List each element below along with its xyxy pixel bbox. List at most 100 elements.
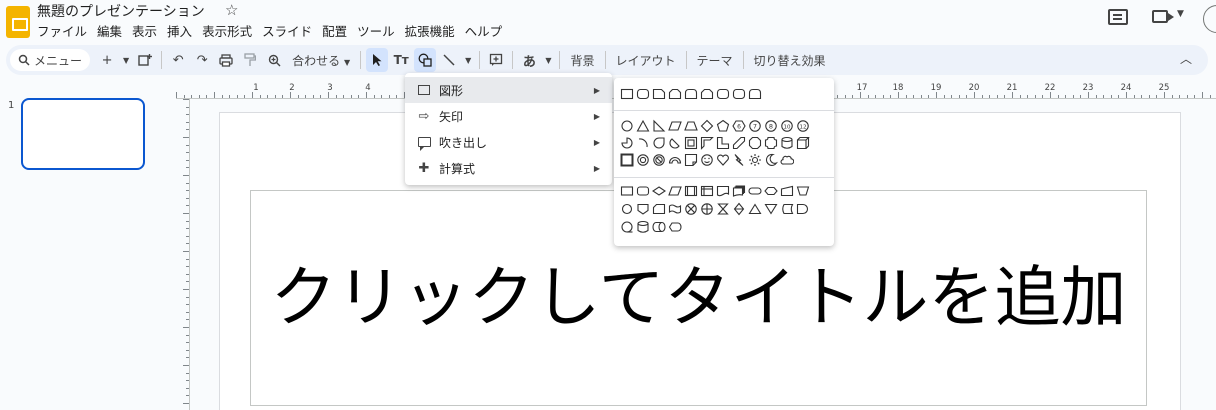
shape-option-bolt-icon[interactable]	[732, 153, 746, 167]
shape-option-fc-sort-icon[interactable]	[732, 202, 746, 216]
document-title[interactable]: 無題のプレゼンテーション	[37, 1, 205, 21]
shape-option-fc-delay-icon[interactable]	[796, 202, 810, 216]
menu-item-callouts[interactable]: 吹き出し ▶	[405, 129, 612, 155]
meet-video-icon[interactable]	[1152, 10, 1174, 23]
shape-option-blockarc-icon[interactable]	[668, 153, 682, 167]
shape-option-fc-term-icon[interactable]	[748, 184, 762, 198]
shape-option-fc-prep-icon[interactable]	[764, 184, 778, 198]
shape-option-pent-icon[interactable]	[716, 119, 730, 133]
shape-option-roundtop-icon[interactable]	[748, 87, 762, 101]
shape-option-fc-off-icon[interactable]	[636, 202, 650, 216]
theme-button[interactable]: テーマ	[691, 52, 739, 69]
shape-option-fc-conn-icon[interactable]	[620, 202, 634, 216]
vertical-ruler[interactable]	[176, 99, 190, 410]
shape-option-fc-tape-icon[interactable]	[668, 202, 682, 216]
shape-option-fc-int-icon[interactable]	[700, 184, 714, 198]
shape-option-cube-icon[interactable]	[796, 136, 810, 150]
input-method-button[interactable]: あ	[518, 48, 540, 72]
shape-option-tear-icon[interactable]	[652, 136, 666, 150]
shape-option-sun-icon[interactable]	[748, 153, 762, 167]
new-slide-dropdown-icon[interactable]: ▼	[120, 48, 132, 72]
paint-format-icon[interactable]	[239, 48, 261, 72]
menu-search[interactable]: メニュー	[10, 49, 91, 71]
shape-option-snip-icon[interactable]	[652, 87, 666, 101]
text-box-icon[interactable]: Tт	[390, 48, 412, 72]
shape-option-dod12-icon[interactable]: 12	[796, 119, 810, 133]
shape-option-tri-icon[interactable]	[636, 119, 650, 133]
shape-option-fc-doc-icon[interactable]	[716, 184, 730, 198]
shape-option-diag-icon[interactable]	[732, 136, 746, 150]
share-button[interactable]	[1203, 5, 1216, 33]
star-icon[interactable]: ☆	[225, 1, 238, 19]
shape-option-round-icon[interactable]	[716, 87, 730, 101]
shape-option-fc-sum-icon[interactable]	[684, 202, 698, 216]
shape-option-fc-dec-icon[interactable]	[652, 184, 666, 198]
chevron-up-icon[interactable]: ︿	[1180, 50, 1192, 67]
menu-item-shapes[interactable]: 図形 ▶	[405, 77, 612, 103]
transition-button[interactable]: 切り替え効果	[748, 52, 832, 69]
shape-option-can-icon[interactable]	[780, 136, 794, 150]
shape-option-fc-or-icon[interactable]	[700, 202, 714, 216]
menu-insert[interactable]: 挿入	[167, 21, 192, 40]
shape-option-cloud-icon[interactable]	[780, 153, 794, 167]
menu-slide[interactable]: スライド	[262, 21, 312, 40]
shape-option-fc-card-icon[interactable]	[652, 202, 666, 216]
shape-option-fc-drum-icon[interactable]	[652, 220, 666, 234]
shape-option-bevel-icon[interactable]	[620, 153, 634, 167]
chevron-down-icon[interactable]: ▼	[462, 48, 474, 72]
new-slide-button[interactable]: +	[96, 48, 118, 72]
select-tool-icon[interactable]	[366, 48, 389, 72]
shape-option-fc-man-icon[interactable]	[780, 184, 794, 198]
chevron-down-icon[interactable]: ▼	[542, 48, 554, 72]
menu-help[interactable]: ヘルプ	[465, 21, 503, 40]
shape-option-round-icon[interactable]	[732, 87, 746, 101]
shape-option-arc-icon[interactable]	[636, 136, 650, 150]
layout-button[interactable]: レイアウト	[610, 52, 682, 69]
slides-logo-icon[interactable]	[6, 6, 30, 38]
shape-option-fold-icon[interactable]	[684, 153, 698, 167]
shape-option-circle-icon[interactable]	[620, 119, 634, 133]
menu-view[interactable]: 表示	[132, 21, 157, 40]
shape-option-roundtop-icon[interactable]	[684, 87, 698, 101]
shape-option-rect-icon[interactable]	[620, 87, 634, 101]
shape-option-fc-multi-icon[interactable]	[732, 184, 746, 198]
shape-option-snip2-icon[interactable]	[700, 87, 714, 101]
shape-option-fc-stored-icon[interactable]	[780, 202, 794, 216]
shape-option-fc-data-icon[interactable]	[668, 184, 682, 198]
new-slide-layout-icon[interactable]	[134, 48, 156, 72]
shape-option-lshape-icon[interactable]	[716, 136, 730, 150]
shape-option-octa-icon[interactable]	[748, 136, 762, 150]
menu-arrange[interactable]: 配置	[322, 21, 347, 40]
shape-option-fc-alt-icon[interactable]	[636, 184, 650, 198]
menu-item-arrows[interactable]: ⇨ 矢印 ▶	[405, 103, 612, 129]
shape-option-fc-mag-icon[interactable]	[636, 220, 650, 234]
menu-tools[interactable]: ツール	[357, 21, 395, 40]
shape-option-para-icon[interactable]	[668, 119, 682, 133]
slide-thumbnail[interactable]	[21, 98, 145, 170]
menu-extensions[interactable]: 拡張機能	[405, 21, 455, 40]
line-tool-icon[interactable]	[438, 48, 460, 72]
shape-option-moon-icon[interactable]	[764, 153, 778, 167]
shape-option-trap-icon[interactable]	[684, 119, 698, 133]
redo-icon[interactable]: ↷	[191, 48, 213, 72]
shape-option-fc-proc-icon[interactable]	[620, 184, 634, 198]
chevron-down-icon[interactable]: ▼	[1177, 9, 1184, 31]
shape-tool-icon[interactable]	[414, 48, 437, 72]
shape-option-halfframe-icon[interactable]	[700, 136, 714, 150]
shape-option-fc-pre-icon[interactable]	[684, 184, 698, 198]
zoom-fit-dropdown[interactable]: 合わせる ▼	[286, 52, 356, 69]
print-icon[interactable]	[215, 48, 237, 72]
shape-option-fc-coll-icon[interactable]	[716, 202, 730, 216]
shape-option-heart-icon[interactable]	[716, 153, 730, 167]
shape-option-diamond-icon[interactable]	[700, 119, 714, 133]
shape-option-fc-disp-icon[interactable]	[668, 220, 682, 234]
shape-option-pie-icon[interactable]	[620, 136, 634, 150]
shape-option-nosym-icon[interactable]	[652, 153, 666, 167]
shape-option-rtri-icon[interactable]	[652, 119, 666, 133]
shape-option-fc-merge-icon[interactable]	[764, 202, 778, 216]
shape-option-fc-ext-icon[interactable]	[748, 202, 762, 216]
shape-option-donut-icon[interactable]	[636, 153, 650, 167]
zoom-icon[interactable]	[263, 48, 285, 72]
menu-format[interactable]: 表示形式	[202, 21, 252, 40]
shape-option-oct8-icon[interactable]: 8	[764, 119, 778, 133]
